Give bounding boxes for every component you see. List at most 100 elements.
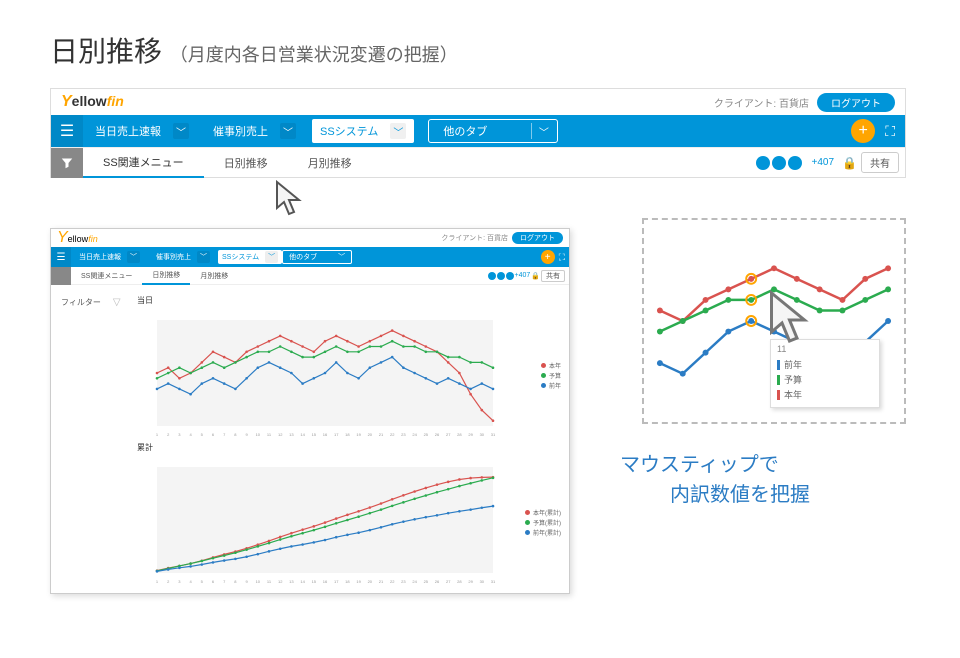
hamburger-menu-button[interactable]: ☰ <box>51 115 83 147</box>
svg-text:23: 23 <box>401 579 406 584</box>
svg-text:6: 6 <box>212 432 215 437</box>
mini-filter-button[interactable] <box>51 267 71 285</box>
client-label: クライアント: 百貨店 <box>714 95 809 110</box>
legend-dot-icon <box>541 373 546 378</box>
page-title-main: 日別推移 <box>50 36 162 67</box>
svg-text:4: 4 <box>189 432 192 437</box>
svg-text:15: 15 <box>312 579 317 584</box>
mini-logout-button[interactable]: ログアウト <box>512 232 563 244</box>
svg-text:1: 1 <box>156 432 159 437</box>
legend-bar-icon <box>777 390 780 400</box>
mini-share-button[interactable]: 共有 <box>541 270 565 282</box>
mini-body: フィルター▽ 当日 123456789101112131415161718192… <box>51 285 569 593</box>
svg-text:30: 30 <box>480 579 485 584</box>
mini-charts: 当日 1234567891011121314151617181920212223… <box>127 293 563 589</box>
nav-label: 当日売上速報 <box>95 123 161 139</box>
nav-dropdown-ss-system[interactable]: SSシステム ﹀ <box>312 119 414 143</box>
nav-dropdown-other-tabs[interactable]: 他のタブ ﹀ <box>428 119 558 143</box>
svg-text:16: 16 <box>323 579 328 584</box>
svg-text:8: 8 <box>234 579 237 584</box>
annotation-line2: 内訳数値を把握 <box>620 480 920 510</box>
svg-text:12: 12 <box>278 579 283 584</box>
status-dot-icon <box>506 272 514 280</box>
tab-daily-trend[interactable]: 日別推移 <box>204 148 288 178</box>
mini-filter-label: フィルター▽ <box>61 297 123 308</box>
svg-text:10: 10 <box>256 432 261 437</box>
fullscreen-icon[interactable]: ⛶ <box>885 123 895 140</box>
mini-nav-4[interactable]: 他のタブ﹀ <box>282 250 352 264</box>
svg-text:9: 9 <box>245 579 248 584</box>
svg-text:28: 28 <box>457 432 462 437</box>
chevron-down-icon: ﹀ <box>531 123 547 139</box>
svg-text:14: 14 <box>300 579 305 584</box>
svg-text:12: 12 <box>278 432 283 437</box>
status-dot-icon <box>772 156 786 170</box>
filter-button[interactable] <box>51 148 83 178</box>
nav-dropdown-event-sales[interactable]: 催事別売上 ﹀ <box>201 115 308 147</box>
svg-text:28: 28 <box>457 579 462 584</box>
mini-nav-2[interactable]: 催事別売上﹀ <box>148 251 218 263</box>
chevron-down-icon: ﹀ <box>197 251 210 263</box>
mini-hamburger-icon[interactable]: ☰ <box>51 247 71 267</box>
svg-text:20: 20 <box>368 432 373 437</box>
svg-text:21: 21 <box>379 579 384 584</box>
mini-fullscreen-icon[interactable]: ⛶ <box>559 252 565 263</box>
tooltip-row: 前年 <box>784 358 802 371</box>
nav-label: 催事別売上 <box>213 123 268 139</box>
svg-text:25: 25 <box>424 579 429 584</box>
mini-tab-2[interactable]: 日別推移 <box>142 267 190 285</box>
page-subtitle: （月度内各日営業状況変遷の把握） <box>170 45 458 65</box>
nav-dropdown-daily-sales[interactable]: 当日売上速報 ﹀ <box>83 115 201 147</box>
legend-dot-icon <box>541 383 546 388</box>
nav-label: 他のタブ <box>443 123 487 139</box>
legend-dot-icon <box>525 520 530 525</box>
svg-text:10: 10 <box>256 579 261 584</box>
tabs-row: SS関連メニュー 日別推移 月別推移 +407 🔒 共有 <box>51 147 905 177</box>
svg-text:31: 31 <box>491 579 496 584</box>
svg-text:24: 24 <box>412 579 417 584</box>
mini-nav-3[interactable]: SSシステム﹀ <box>218 250 282 264</box>
page-title: 日別推移 （月度内各日営業状況変遷の把握） <box>50 30 458 70</box>
logo-y-icon: Y <box>61 93 72 110</box>
svg-text:4: 4 <box>189 579 192 584</box>
svg-text:15: 15 <box>312 432 317 437</box>
svg-text:29: 29 <box>468 579 473 584</box>
svg-text:23: 23 <box>401 432 406 437</box>
svg-text:31: 31 <box>491 432 496 437</box>
chevron-down-icon: ﹀ <box>390 123 406 139</box>
svg-text:11: 11 <box>267 432 272 437</box>
annotation-line1: マウスティップで <box>620 450 920 480</box>
svg-text:18: 18 <box>345 579 350 584</box>
add-button[interactable]: + <box>851 119 875 143</box>
lock-icon: 🔒 <box>842 156 857 170</box>
mini-tabs: SS関連メニュー 日別推移 月別推移 +407 🔒 共有 <box>51 267 569 285</box>
logout-button[interactable]: ログアウト <box>817 93 895 112</box>
zoom-inset-panel: 11 前年 予算 本年 <box>642 218 906 424</box>
lock-icon: 🔒 <box>531 272 540 280</box>
svg-text:17: 17 <box>334 579 339 584</box>
header-nav: ☰ 当日売上速報 ﹀ 催事別売上 ﹀ SSシステム ﹀ 他のタブ ﹀ + ⛶ <box>51 115 905 147</box>
mini-add-button[interactable]: + <box>541 250 555 264</box>
chart-daily: 1234567891011121314151617181920212223242… <box>127 308 563 438</box>
mini-header-top: Yellowfin クライアント: 百貨店 ログアウト <box>51 229 569 247</box>
nav-label: SSシステム <box>320 123 378 139</box>
chevron-down-icon: ﹀ <box>173 123 189 139</box>
tooltip-row: 予算 <box>784 373 802 386</box>
mini-tab-1[interactable]: SS関連メニュー <box>71 267 142 285</box>
svg-text:9: 9 <box>245 432 248 437</box>
chevron-down-icon: ﹀ <box>127 251 140 263</box>
svg-text:5: 5 <box>201 579 204 584</box>
legend-dot-icon <box>525 530 530 535</box>
header-top-row: Yellowfin クライアント: 百貨店 ログアウト <box>51 89 905 115</box>
tab-monthly-trend[interactable]: 月別推移 <box>288 148 372 178</box>
tab-ss-menu[interactable]: SS関連メニュー <box>83 148 204 178</box>
mini-tab-3[interactable]: 月別推移 <box>190 267 238 285</box>
svg-text:27: 27 <box>446 579 451 584</box>
chevron-down-icon: ﹀ <box>265 251 278 263</box>
share-button[interactable]: 共有 <box>861 152 899 173</box>
mini-nav-1[interactable]: 当日売上速報﹀ <box>71 251 148 263</box>
chevron-down-icon: ﹀ <box>280 123 296 139</box>
svg-text:22: 22 <box>390 579 395 584</box>
svg-text:18: 18 <box>345 432 350 437</box>
svg-text:13: 13 <box>289 432 294 437</box>
